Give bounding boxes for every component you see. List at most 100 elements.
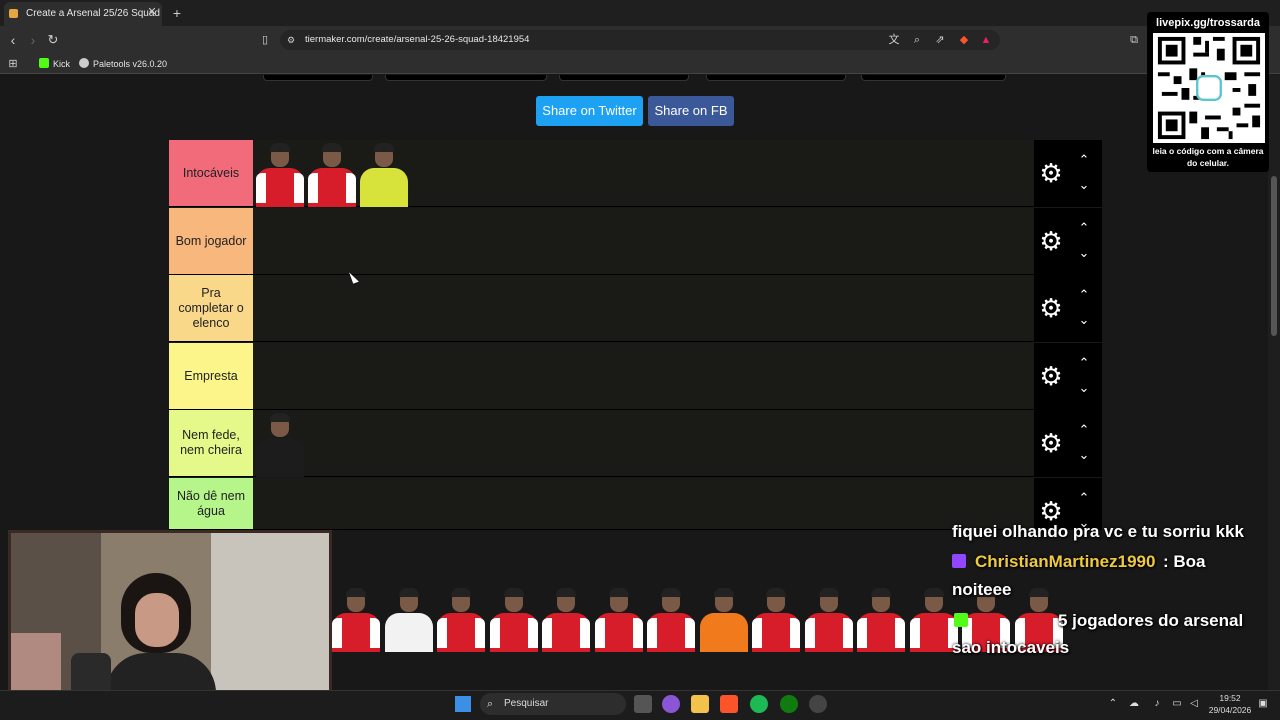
chat-message: sao intocaveis [952, 638, 1070, 657]
back-icon[interactable]: ‹ [4, 30, 22, 50]
share-twitter-button[interactable]: Share on Twitter [536, 96, 643, 126]
close-tab-icon[interactable]: ✕ [146, 5, 158, 19]
tier-label[interactable]: Não dê nem água [169, 478, 253, 530]
player-card[interactable] [488, 588, 540, 652]
new-tab-button[interactable]: + [170, 4, 184, 22]
share-fb-button[interactable]: Share on FB [648, 96, 734, 126]
webcam-feed [8, 530, 332, 710]
move-tier-down-icon[interactable]: ⌄ [1075, 448, 1093, 462]
player-card[interactable] [383, 588, 435, 652]
windows-start-icon[interactable] [455, 696, 471, 712]
active-tab[interactable]: Create a Arsenal 25/26 Squad Ti [4, 2, 162, 26]
forward-icon[interactable]: › [24, 30, 42, 50]
brave-taskbar-icon[interactable] [720, 695, 738, 713]
move-tier-down-icon[interactable]: ⌄ [1075, 313, 1093, 327]
move-tier-down-icon[interactable]: ⌄ [1075, 178, 1093, 192]
translate-icon[interactable]: 文 [887, 32, 901, 48]
url-text: tiermaker.com/create/arsenal-25-26-squad… [305, 34, 530, 45]
onedrive-icon[interactable]: ☁ [1127, 695, 1141, 713]
extensions-icon[interactable]: ⧉ [1127, 32, 1141, 48]
tier-label[interactable]: Empresta [169, 343, 253, 410]
tab-bar [0, 0, 1280, 26]
site-info-icon[interactable]: ⚙ [284, 32, 298, 48]
notifications-icon[interactable]: ▣ [1256, 695, 1270, 713]
tier-settings-gear-icon[interactable]: ⚙ [1039, 295, 1063, 321]
chat-message: noiteee [952, 580, 1012, 599]
bookmark-kick[interactable]: Kick [53, 56, 70, 72]
player-card[interactable] [306, 143, 358, 207]
player-card[interactable] [330, 588, 382, 652]
clock-date[interactable]: 29/04/2026 [1208, 704, 1252, 716]
scrollbar-thumb[interactable] [1271, 176, 1277, 336]
clock-time[interactable]: 19:52 [1208, 692, 1252, 704]
obs-icon[interactable] [809, 695, 827, 713]
share-icon[interactable]: ⇗ [933, 32, 947, 48]
player-card[interactable] [540, 588, 592, 652]
livepix-caption: leia o código com a câmera do celular. [1152, 146, 1264, 168]
player-card[interactable] [254, 413, 306, 477]
move-tier-down-icon[interactable]: ⌄ [1075, 246, 1093, 260]
bookmark-icon[interactable]: ▯ [258, 32, 272, 48]
qr-code-icon [1153, 33, 1265, 143]
tray-chevron-icon[interactable]: ⌃ [1106, 695, 1120, 713]
player-card[interactable] [855, 588, 907, 652]
livepix-url: livepix.gg/trossarda [1156, 17, 1260, 29]
tier-settings-gear-icon[interactable]: ⚙ [1039, 363, 1063, 389]
top-button-fragment [263, 75, 373, 81]
kick-icon [39, 58, 49, 68]
tier-label[interactable]: Nem fede, nem cheira [169, 410, 253, 477]
tier-label[interactable]: Intocáveis [169, 140, 253, 207]
move-tier-up-icon[interactable]: ⌃ [1075, 423, 1093, 437]
file-explorer-icon[interactable] [691, 695, 709, 713]
unranked-players [330, 583, 1063, 653]
player-card[interactable] [645, 588, 697, 652]
network-icon[interactable]: ▭ [1170, 695, 1184, 713]
player-card[interactable] [435, 588, 487, 652]
spotify-icon[interactable] [750, 695, 768, 713]
task-view-icon[interactable] [634, 695, 652, 713]
move-tier-up-icon[interactable]: ⌃ [1075, 356, 1093, 370]
move-tier-up-icon[interactable]: ⌃ [1075, 153, 1093, 167]
tier-settings-gear-icon[interactable]: ⚙ [1039, 430, 1063, 456]
volume-icon[interactable]: ◁ [1187, 695, 1201, 713]
twitch-icon [952, 554, 966, 568]
bookmark-paletools[interactable]: Paletools v26.0.20 [93, 56, 167, 72]
tier-settings-gear-icon[interactable]: ⚙ [1039, 228, 1063, 254]
top-button-fragment [385, 75, 547, 81]
brave-shield-icon[interactable]: ◆ [957, 32, 971, 48]
scrollbar[interactable] [1268, 75, 1280, 690]
copilot-icon[interactable] [662, 695, 680, 713]
search-placeholder: Pesquisar [504, 698, 549, 709]
tier-row [169, 343, 1102, 410]
player-card[interactable] [803, 588, 855, 652]
search-icon: ⌕ [487, 698, 494, 710]
tier-row [169, 208, 1102, 275]
move-tier-up-icon[interactable]: ⌃ [1075, 288, 1093, 302]
move-tier-up-icon[interactable]: ⌃ [1075, 491, 1093, 505]
move-tier-up-icon[interactable]: ⌃ [1075, 221, 1093, 235]
move-tier-down-icon[interactable]: ⌄ [1075, 381, 1093, 395]
top-button-fragment [706, 75, 846, 81]
taskbar-search[interactable] [480, 693, 626, 715]
player-card[interactable] [254, 143, 306, 207]
zoom-icon[interactable]: ⌕ [910, 32, 924, 48]
tier-label[interactable]: Bom jogador [169, 208, 253, 275]
chat-message: fiquei olhando pra vc e tu sorriu kkk [952, 522, 1244, 541]
chat-message: 5 jogadores do arsenal [1058, 611, 1244, 630]
player-card[interactable] [750, 588, 802, 652]
bookmarks-bar [0, 54, 1280, 74]
tier-label[interactable]: Pra completar o elenco [169, 275, 253, 342]
tiermaker-favicon-icon [9, 9, 18, 18]
xbox-icon[interactable] [780, 695, 798, 713]
player-card[interactable] [358, 143, 410, 207]
kick-icon [954, 613, 968, 627]
top-button-fragment [559, 75, 689, 81]
paletools-icon [79, 58, 89, 68]
brave-rewards-icon[interactable]: ▲ [979, 32, 993, 48]
player-card[interactable] [698, 588, 750, 652]
microphone-icon[interactable]: ♪ [1150, 695, 1164, 713]
tier-settings-gear-icon[interactable]: ⚙ [1039, 160, 1063, 186]
player-card[interactable] [593, 588, 645, 652]
apps-grid-icon[interactable]: ⊞ [6, 56, 20, 72]
reload-icon[interactable]: ↻ [44, 30, 62, 50]
